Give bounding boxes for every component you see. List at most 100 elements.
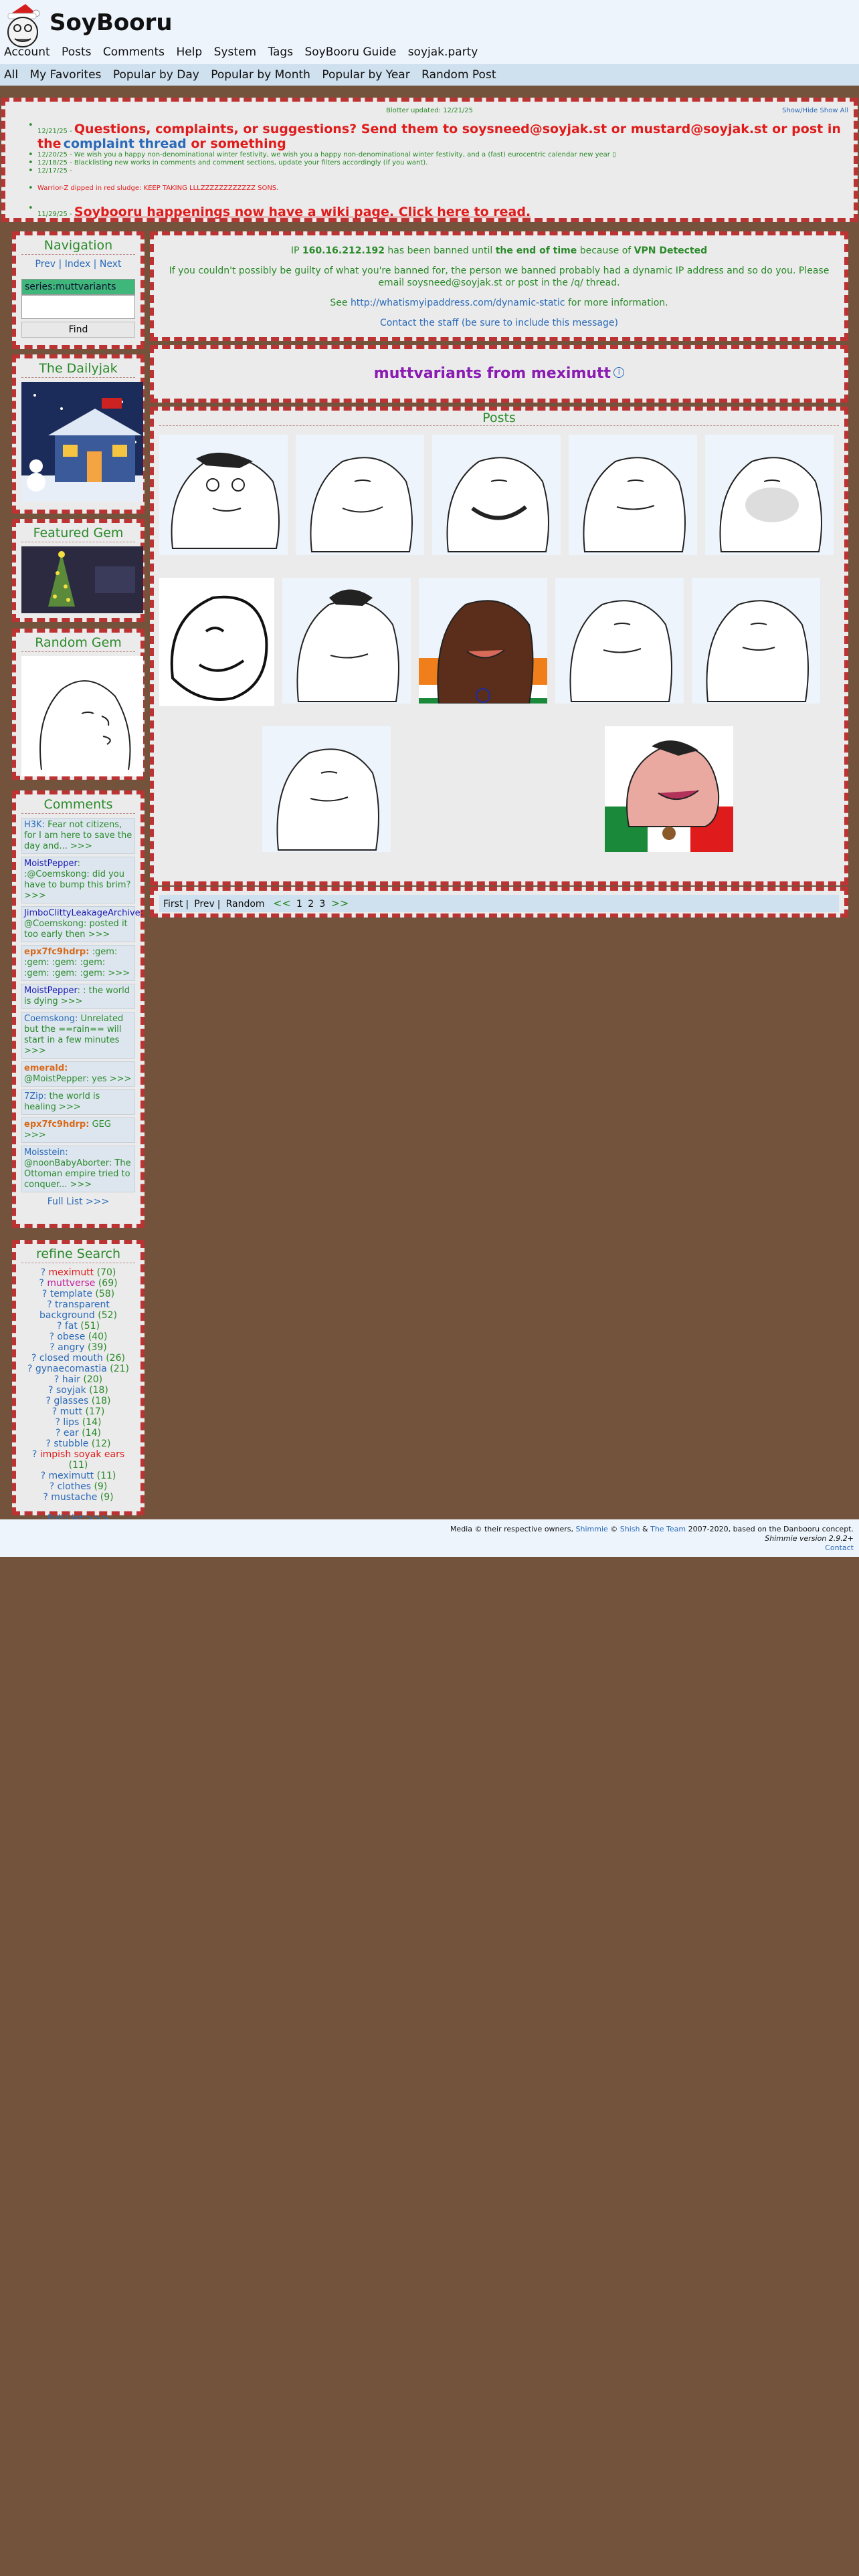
menu-comments[interactable]: Comments bbox=[103, 45, 165, 59]
tag-help-link[interactable]: ? bbox=[31, 1353, 39, 1364]
submenu-random-post[interactable]: Random Post bbox=[421, 68, 496, 82]
site-name[interactable]: SoyBooru bbox=[50, 9, 173, 36]
logo[interactable] bbox=[3, 3, 44, 49]
post-thumbnail[interactable] bbox=[419, 578, 547, 704]
tag-help-link[interactable]: ? bbox=[49, 1331, 57, 1342]
menu-posts[interactable]: Posts bbox=[62, 45, 91, 59]
comment-item[interactable]: Coemskong: Unrelated but the ==rain== wi… bbox=[21, 1012, 135, 1059]
tag-name[interactable]: hair bbox=[62, 1374, 80, 1385]
tag-help-link[interactable]: ? bbox=[42, 1289, 50, 1299]
tag-name[interactable]: ear bbox=[64, 1428, 79, 1438]
nav-index-link[interactable]: Index bbox=[65, 259, 91, 270]
paginator-page-1[interactable]: 1 bbox=[296, 899, 302, 909]
tag-help-link[interactable]: ? bbox=[39, 1278, 47, 1289]
team-link[interactable]: The Team bbox=[650, 1525, 686, 1533]
comment-item[interactable]: JimboClittyLeakageArchive: @Coemskong: p… bbox=[21, 906, 143, 942]
tag-name[interactable]: fat bbox=[65, 1321, 78, 1331]
menu-soyjak-party[interactable]: soyjak.party bbox=[408, 45, 478, 59]
tag-entry[interactable]: ? angry (39) bbox=[21, 1342, 135, 1353]
dailyjak-image[interactable] bbox=[21, 382, 143, 502]
comment-item[interactable]: Moisstein: @noonBabyAborter: The Ottoman… bbox=[21, 1146, 135, 1192]
post-thumbnail[interactable] bbox=[692, 578, 820, 704]
tag-entry[interactable]: ? soyjak (18) bbox=[21, 1385, 135, 1396]
nav-next-link[interactable]: Next bbox=[100, 259, 122, 270]
tag-help-link[interactable]: ? bbox=[46, 1396, 54, 1406]
tag-help-link[interactable]: ? bbox=[52, 1406, 60, 1417]
tag-name[interactable]: lips bbox=[63, 1417, 79, 1428]
featured-gem-image[interactable] bbox=[21, 546, 143, 613]
comment-item[interactable]: MoistPepper: : the world is dying >>> bbox=[21, 984, 135, 1009]
search-tag-chip[interactable]: series:muttvariants bbox=[21, 279, 135, 295]
tag-name[interactable]: mutt bbox=[60, 1406, 83, 1417]
tag-name[interactable]: meximutt bbox=[49, 1471, 94, 1481]
post-thumbnail[interactable] bbox=[569, 435, 697, 555]
tag-name[interactable]: muttverse bbox=[47, 1278, 95, 1289]
wiki-page-link[interactable]: Soybooru happenings now have a wiki page… bbox=[74, 205, 531, 219]
tag-entry[interactable]: ? hair (20) bbox=[21, 1374, 135, 1385]
tag-help-link[interactable]: ? bbox=[56, 1428, 64, 1438]
post-thumbnail[interactable] bbox=[432, 435, 561, 555]
paginator-page-2[interactable]: 2 bbox=[308, 899, 314, 909]
tag-entry[interactable]: ? impish soyak ears (11) bbox=[21, 1449, 135, 1471]
submenu-popular-year[interactable]: Popular by Year bbox=[322, 68, 409, 82]
tag-help-link[interactable]: ? bbox=[43, 1492, 51, 1503]
tag-help-link[interactable]: ? bbox=[32, 1449, 40, 1460]
tag-help-link[interactable]: ? bbox=[45, 1438, 54, 1449]
paginator-first[interactable]: First bbox=[163, 899, 183, 909]
paginator-page-3[interactable]: 3 bbox=[319, 899, 325, 909]
tag-entry[interactable]: ? clothes (9) bbox=[21, 1481, 135, 1492]
contact-staff-link[interactable]: Contact the staff (be sure to include th… bbox=[161, 317, 838, 329]
random-gem-image[interactable] bbox=[21, 656, 143, 776]
tag-name[interactable]: gynaecomastia bbox=[35, 1364, 107, 1374]
submenu-popular-day[interactable]: Popular by Day bbox=[113, 68, 199, 82]
tag-name[interactable]: obese bbox=[57, 1331, 85, 1342]
dynamic-static-link[interactable]: http://whatismyipaddress.com/dynamic-sta… bbox=[351, 298, 565, 308]
post-thumbnail[interactable] bbox=[159, 435, 288, 555]
menu-account[interactable]: Account bbox=[4, 45, 50, 59]
tag-help-link[interactable]: ? bbox=[48, 1385, 56, 1396]
tag-entry[interactable]: ? template (58) bbox=[21, 1289, 135, 1299]
tag-entry[interactable]: ? glasses (18) bbox=[21, 1396, 135, 1406]
submenu-all[interactable]: All bbox=[4, 68, 18, 82]
comment-item[interactable]: epx7fc9hdrp: GEG >>> bbox=[21, 1117, 135, 1143]
comment-item[interactable]: epx7fc9hdrp: :gem: :gem: :gem: :gem: :ge… bbox=[21, 945, 135, 981]
tag-entry[interactable]: ? mutt (17) bbox=[21, 1406, 135, 1417]
post-thumbnail[interactable] bbox=[555, 578, 684, 704]
complaint-thread-link[interactable]: complaint thread bbox=[64, 136, 187, 151]
comment-item[interactable]: emerald: @MoistPepper: yes >>> bbox=[21, 1061, 135, 1087]
tag-help-link[interactable]: ? bbox=[54, 1374, 62, 1385]
tag-help-link[interactable]: ? bbox=[50, 1342, 58, 1353]
tag-help-link[interactable]: ? bbox=[27, 1364, 35, 1374]
tag-name[interactable]: closed mouth bbox=[39, 1353, 103, 1364]
tag-entry[interactable]: ? fat (51) bbox=[21, 1321, 135, 1331]
menu-system[interactable]: System bbox=[214, 45, 256, 59]
post-thumbnail[interactable] bbox=[605, 726, 733, 852]
comment-item[interactable]: H3K: Fear not citizens, for I am here to… bbox=[21, 818, 135, 854]
shimmie-link[interactable]: Shimmie bbox=[576, 1525, 608, 1533]
tag-help-link[interactable]: ? bbox=[55, 1417, 63, 1428]
post-thumbnail[interactable] bbox=[296, 435, 424, 555]
tag-entry[interactable]: ? muttverse (69) bbox=[21, 1278, 135, 1289]
paginator-prev[interactable]: Prev bbox=[194, 899, 215, 909]
tag-entry[interactable]: ? meximutt (11) bbox=[21, 1471, 135, 1481]
tag-entry[interactable]: ? meximutt (70) bbox=[21, 1267, 135, 1278]
menu-guide[interactable]: SoyBooru Guide bbox=[304, 45, 396, 59]
tag-help-link[interactable]: ? bbox=[57, 1321, 65, 1331]
tag-name[interactable]: impish soyak ears bbox=[40, 1449, 124, 1460]
tag-entry[interactable]: ? transparent background (52) bbox=[21, 1299, 135, 1321]
tag-entry[interactable]: ? ear (14) bbox=[21, 1428, 135, 1438]
info-icon[interactable]: i bbox=[613, 366, 625, 378]
tag-name[interactable]: template bbox=[50, 1289, 92, 1299]
tag-entry[interactable]: ? lips (14) bbox=[21, 1417, 135, 1428]
paginator-next-arrow[interactable]: >> bbox=[331, 897, 349, 909]
tag-entry[interactable]: ? mustache (9) bbox=[21, 1492, 135, 1503]
search-input[interactable] bbox=[21, 295, 135, 319]
post-thumbnail[interactable] bbox=[262, 726, 391, 852]
tag-help-link[interactable]: ? bbox=[41, 1267, 49, 1278]
shish-link[interactable]: Shish bbox=[620, 1525, 640, 1533]
tag-name[interactable]: mustache bbox=[51, 1492, 97, 1503]
footer-contact-link[interactable]: Contact bbox=[0, 1543, 859, 1553]
tag-help-link[interactable]: ? bbox=[41, 1471, 49, 1481]
tag-entry[interactable]: ? stubble (12) bbox=[21, 1438, 135, 1449]
post-thumbnail[interactable] bbox=[159, 578, 274, 706]
